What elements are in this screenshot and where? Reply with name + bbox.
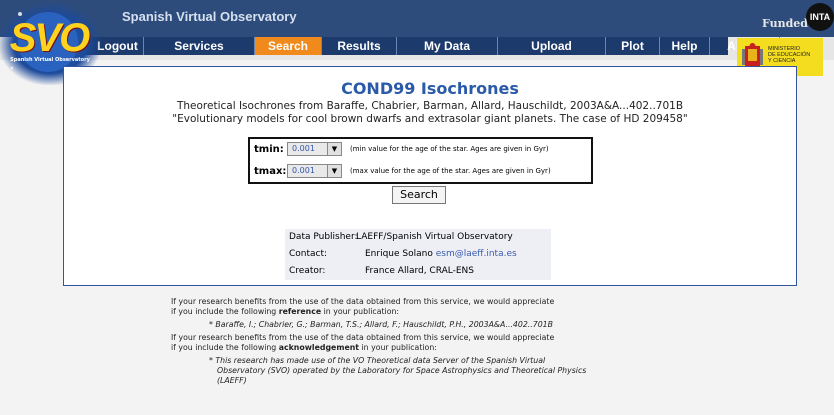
- ack-intro-1: If your research benefits from the use o…: [171, 333, 555, 342]
- reference-intro-2a: if you include the following: [171, 307, 279, 316]
- tmin-row: tmin: 0.001 ▼ (min value for the age of …: [250, 140, 591, 159]
- svo-logo-subtitle: Spanish Virtual Observatory: [10, 57, 90, 63]
- page-header: Spanish Virtual Observatory Funded by IN…: [0, 0, 834, 86]
- creator-row: Creator: France Allard, CRAL-ENS: [285, 263, 551, 280]
- nav-help[interactable]: Help: [660, 37, 710, 55]
- main-nav: Logout Services Search Results My Data U…: [52, 37, 780, 55]
- ack-intro-2a: if you include the following: [171, 343, 279, 352]
- tmin-select[interactable]: 0.001 ▼: [287, 142, 342, 156]
- creator-key: Creator:: [289, 266, 326, 276]
- subtitle-citation: Theoretical Isochrones from Baraffe, Cha…: [176, 100, 684, 112]
- nav-services[interactable]: Services: [144, 37, 255, 55]
- chevron-down-icon[interactable]: ▼: [327, 143, 341, 155]
- tmax-select-value: 0.001: [292, 166, 315, 175]
- ack-intro-2c: in your publication:: [359, 343, 437, 352]
- nav-search[interactable]: Search: [255, 37, 322, 55]
- reference-intro-2: if you include the following reference i…: [171, 307, 691, 317]
- reference-intro-1: If your research benefits from the use o…: [171, 297, 555, 306]
- nav-my-data[interactable]: My Data: [397, 37, 498, 55]
- nav-plot[interactable]: Plot: [606, 37, 660, 55]
- nav-results[interactable]: Results: [322, 37, 397, 55]
- inta-logo-text: INTA: [809, 12, 831, 22]
- ack-text-2: Observatory (SVO) operated by the Labora…: [217, 366, 587, 375]
- contact-email-link[interactable]: esm@laeff.inta.es: [436, 249, 517, 259]
- contact-value: Enrique Solano esm@laeff.inta.es: [365, 249, 517, 259]
- tmax-row: tmax: 0.001 ▼ (max value for the age of …: [250, 162, 591, 181]
- tmin-label: tmin:: [254, 144, 284, 155]
- publisher-value: LAEFF/Spanish Virtual Observatory: [356, 232, 513, 242]
- search-button[interactable]: Search: [392, 186, 446, 204]
- ack-text-3: (LAEFF): [217, 376, 247, 385]
- search-form: tmin: 0.001 ▼ (min value for the age of …: [248, 137, 593, 184]
- subtitle-paper-title: "Evolutionary models for cool brown dwar…: [172, 113, 688, 125]
- tmax-label: tmax:: [254, 166, 287, 177]
- tmin-hint: (min value for the age of the star. Ages…: [350, 145, 549, 153]
- contact-row: Contact: Enrique Solano esm@laeff.inta.e…: [285, 246, 551, 263]
- inta-logo[interactable]: INTA: [806, 3, 834, 31]
- contact-key: Contact:: [289, 249, 328, 259]
- reference-intro-2c: in your publication:: [321, 307, 400, 316]
- reference-text: * Baraffe, I.; Chabrier, G.; Barman, T.S…: [209, 320, 553, 329]
- page-title: COND99 Isochrones: [341, 79, 519, 98]
- top-bar: Spanish Virtual Observatory Funded by IN…: [0, 0, 834, 37]
- contact-name: Enrique Solano: [365, 249, 433, 259]
- ministerio-text: MINISTERIO DE EDUCACIÓN Y CIENCIA: [768, 46, 810, 64]
- citation-footer: If your research benefits from the use o…: [171, 297, 691, 386]
- ack-intro-2: if you include the following acknowledge…: [171, 343, 691, 353]
- publisher-key: Data Publisher:: [289, 232, 358, 242]
- tmin-select-value: 0.001: [292, 144, 315, 153]
- creator-value: France Allard, CRAL-ENS: [365, 266, 475, 276]
- main-content-box: COND99 Isochrones Theoretical Isochrones…: [63, 66, 797, 286]
- tmax-hint: (max value for the age of the star. Ages…: [350, 167, 551, 175]
- ack-text-1: * This research has made use of the VO T…: [209, 356, 546, 365]
- publisher-info: Data Publisher: LAEFF/Spanish Virtual Ob…: [285, 229, 551, 280]
- ack-keyword: acknowledgement: [278, 343, 360, 352]
- ministerio-line-3: Y CIENCIA: [768, 58, 796, 64]
- nav-upload[interactable]: Upload: [498, 37, 606, 55]
- chevron-down-icon[interactable]: ▼: [327, 165, 341, 177]
- reference-keyword: reference: [278, 307, 322, 316]
- publisher-row: Data Publisher: LAEFF/Spanish Virtual Ob…: [285, 229, 551, 246]
- site-title: Spanish Virtual Observatory: [122, 9, 297, 24]
- tmax-select[interactable]: 0.001 ▼: [287, 164, 342, 178]
- svo-logo-text: SVO: [9, 16, 90, 60]
